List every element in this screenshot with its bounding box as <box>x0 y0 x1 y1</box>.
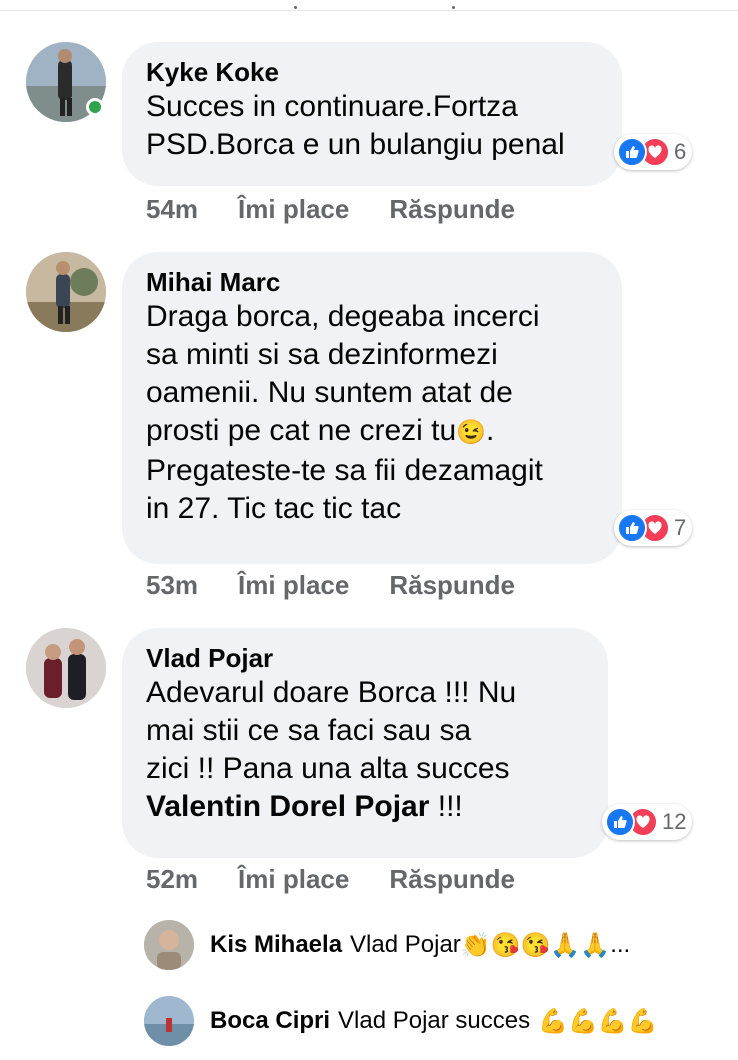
comment-line: Succes in continuare.Fortza <box>146 90 518 123</box>
comment-line: in 27. Tic tac tic tac <box>146 492 402 525</box>
like-button[interactable]: Îmi place <box>238 570 349 601</box>
avatar-vlad-pojar[interactable] <box>26 628 106 708</box>
reply-text: Vlad Pojar <box>350 931 461 958</box>
reply-text: Vlad Pojar succes <box>338 1007 531 1034</box>
comment-timestamp[interactable]: 54m <box>146 194 198 225</box>
like-reaction-icon <box>617 513 647 543</box>
comment-author[interactable]: Kyke Koke <box>146 56 600 88</box>
comment-line: Pregateste-te sa fii dezamagit <box>146 454 543 487</box>
comment-line: prosti pe cat ne crezi tu😉. <box>146 412 600 452</box>
wink-emoji: 😉 <box>456 419 487 446</box>
comment-text: Adevarul doare Borca !!! Nu mai stii ce … <box>146 674 586 826</box>
comment-bubble[interactable]: Mihai Marc Draga borca, degeaba incerci … <box>122 252 622 564</box>
comment-text: Succes in continuare.Fortza PSD.Borca e … <box>146 88 600 164</box>
reaction-summary[interactable]: 6 <box>614 134 693 170</box>
reaction-summary[interactable]: 7 <box>614 510 693 546</box>
reply-preview[interactable]: Boca Cipri Vlad Pojar succes 💪💪💪💪 <box>144 996 658 1046</box>
reply-button[interactable]: Răspunde <box>389 570 515 601</box>
reply-preview[interactable]: Kis Mihaela Vlad Pojar 👏😘😘🙏🙏 ... <box>144 920 630 970</box>
comment-bubble[interactable]: Vlad Pojar Adevarul doare Borca !!! Nu m… <box>122 628 608 858</box>
comment-line: Adevarul doare Borca !!! Nu <box>146 676 517 709</box>
punctuation: . <box>486 414 495 447</box>
reply-button[interactable]: Răspunde <box>389 194 515 225</box>
comment-actions: 54m Îmi place Răspunde <box>146 194 515 225</box>
like-reaction-icon <box>617 137 647 167</box>
like-button[interactable]: Îmi place <box>238 194 349 225</box>
comment-line-text: prosti pe cat ne crezi tu <box>146 414 457 447</box>
reply-ellipsis: ... <box>610 931 631 958</box>
avatar-boca-cipri[interactable] <box>144 996 194 1046</box>
reply-emojis: 👏😘😘🙏🙏 <box>460 931 611 959</box>
top-divider <box>0 0 738 11</box>
like-button[interactable]: Îmi place <box>238 864 349 895</box>
comment-line: PSD.Borca e un bulangiu penal <box>146 128 565 161</box>
reaction-count: 12 <box>662 809 687 834</box>
comment-author[interactable]: Vlad Pojar <box>146 642 586 674</box>
comment-line: sa minti si sa dezinformezi <box>146 338 498 371</box>
comment-line: Draga borca, degeaba incerci <box>146 300 540 333</box>
avatar-mihai-marc[interactable] <box>26 252 106 332</box>
reply-author[interactable]: Boca Cipri <box>210 1007 330 1035</box>
reaction-count: 6 <box>674 139 687 164</box>
separator-dot <box>452 6 455 9</box>
comment-text: Draga borca, degeaba incerci sa minti si… <box>146 298 600 528</box>
reaction-count: 7 <box>674 515 687 540</box>
comment-timestamp[interactable]: 52m <box>146 864 198 895</box>
comment-line-text: !!! <box>429 790 463 823</box>
like-reaction-icon <box>605 807 635 837</box>
reply-author[interactable]: Kis Mihaela <box>210 931 342 959</box>
separator-dot <box>294 6 297 9</box>
comment-line: oamenii. Nu suntem atat de <box>146 376 513 409</box>
comment-line: zici !! Pana una alta succes <box>146 752 510 785</box>
comment-line: Valentin Dorel Pojar !!! <box>146 788 586 826</box>
reply-button[interactable]: Răspunde <box>389 864 515 895</box>
comment-author[interactable]: Mihai Marc <box>146 266 600 298</box>
avatar-kis-mihaela[interactable] <box>144 920 194 970</box>
comment-timestamp[interactable]: 53m <box>146 570 198 601</box>
reaction-summary[interactable]: 12 <box>602 804 693 840</box>
mention-link[interactable]: Valentin Dorel Pojar <box>146 790 429 823</box>
comment-actions: 53m Îmi place Răspunde <box>146 570 515 601</box>
reply-emojis: 💪💪💪💪 <box>538 1007 658 1035</box>
online-status-indicator <box>86 98 104 116</box>
comment-bubble[interactable]: Kyke Koke Succes in continuare.Fortza PS… <box>122 42 622 186</box>
comment-line: mai stii ce sa faci sau sa <box>146 714 472 747</box>
comment-actions: 52m Îmi place Răspunde <box>146 864 515 895</box>
